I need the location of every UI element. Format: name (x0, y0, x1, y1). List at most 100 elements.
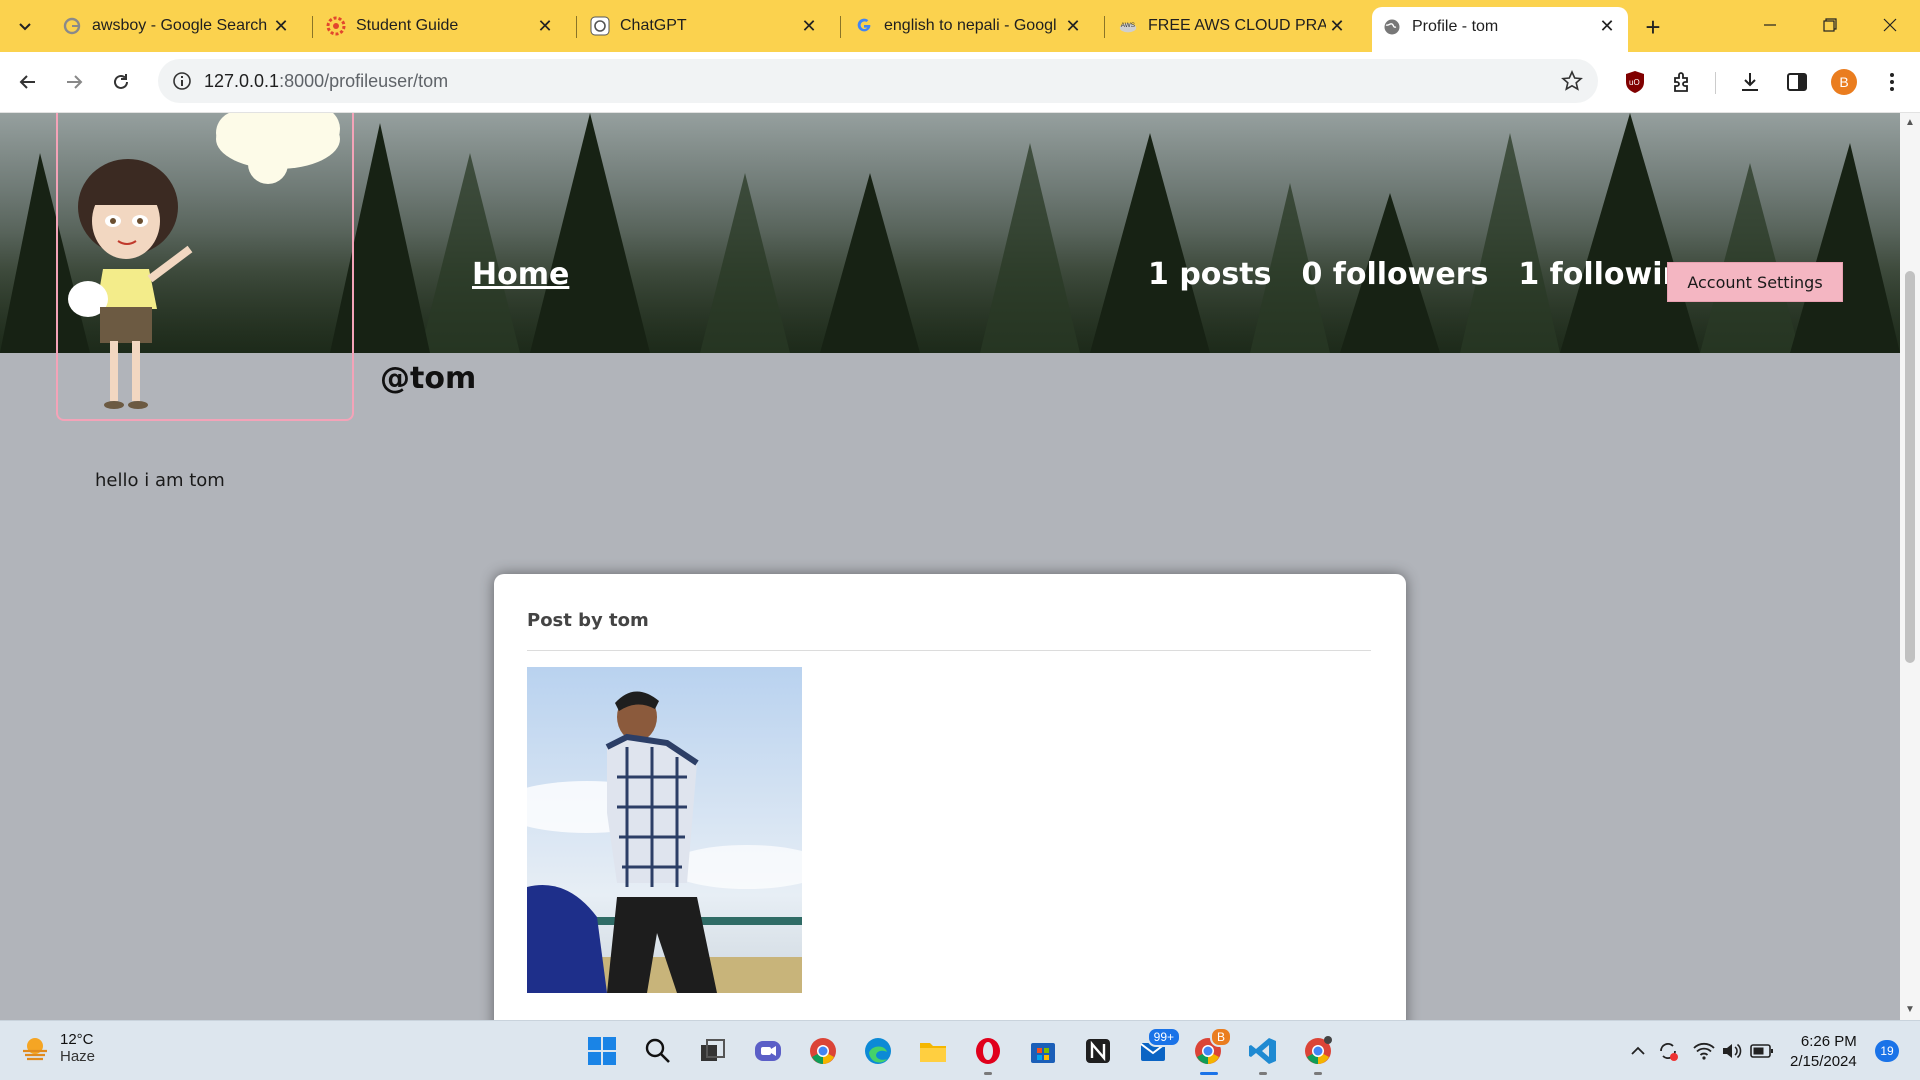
taskbar-search[interactable] (638, 1031, 678, 1071)
man-in-plaid-shirt-photo (527, 667, 802, 993)
chrome-icon (1305, 1036, 1332, 1064)
sync-tray-icon[interactable] (1656, 1039, 1680, 1063)
forward-button[interactable] (58, 66, 90, 98)
chrome-menu-icon[interactable] (1876, 66, 1908, 98)
wifi-tray-icon[interactable] (1692, 1039, 1716, 1063)
url-path: :8000/profileuser/tom (279, 71, 449, 91)
minimize-icon (1764, 24, 1776, 26)
weather-description: Haze (60, 1048, 96, 1065)
battery-tray-icon[interactable] (1750, 1039, 1774, 1063)
chrome-icon (810, 1038, 836, 1064)
aws-icon: AWS (1118, 16, 1138, 36)
extensions-puzzle-icon[interactable] (1666, 66, 1698, 98)
restore-button[interactable] (1808, 10, 1852, 40)
minimize-button[interactable] (1748, 10, 1792, 40)
profile-button[interactable]: B (1828, 66, 1860, 98)
start-button[interactable] (582, 1031, 622, 1071)
svg-text:AWS: AWS (1121, 22, 1135, 29)
username-handle: @tom (380, 361, 477, 396)
account-settings-button[interactable]: Account Settings (1667, 262, 1843, 302)
wifi-icon (1693, 1042, 1715, 1060)
posts-count[interactable]: 1 posts (1148, 257, 1271, 292)
new-tab-button[interactable]: + (1638, 12, 1668, 42)
tab-chatgpt[interactable]: ChatGPT ✕ (580, 9, 830, 43)
tab-title: ChatGPT (620, 17, 687, 34)
url-host: 127.0.0.1 (204, 71, 280, 91)
windows-taskbar: 12°C Haze 99+ B 6:26 PM 2/15/2024 19 (0, 1020, 1920, 1080)
downloads-icon[interactable] (1734, 66, 1766, 98)
taskbar-clock[interactable]: 6:26 PM 2/15/2024 (1790, 1032, 1857, 1072)
close-window-button[interactable] (1868, 10, 1912, 40)
reload-icon (114, 74, 128, 89)
haze-sun-icon (23, 1038, 47, 1061)
url-text[interactable]: 127.0.0.1:8000/profileuser/tom (204, 71, 448, 92)
reload-button[interactable] (105, 66, 137, 98)
chrome-profile-app[interactable]: B (1188, 1027, 1232, 1075)
page-scrollbar[interactable]: ▲ ▼ (1900, 113, 1920, 1020)
edge-app[interactable] (858, 1031, 898, 1071)
folder-icon (920, 1043, 946, 1062)
tab-english-to-nepali[interactable]: english to nepali - Googl ✕ (844, 9, 1094, 43)
notification-count-badge[interactable]: 19 (1875, 1040, 1899, 1062)
running-indicator (1259, 1072, 1267, 1075)
tab-aws-cloud-practitioner[interactable]: AWS FREE AWS CLOUD PRACT ✕ (1108, 9, 1358, 43)
svg-text:uO: uO (1629, 78, 1640, 87)
close-icon[interactable]: ✕ (1326, 15, 1348, 37)
mail-app[interactable]: 99+ (1133, 1027, 1181, 1071)
site-info-icon[interactable] (170, 69, 194, 93)
close-icon[interactable]: ✕ (1062, 15, 1084, 37)
tab-student-guide[interactable]: Student Guide ✕ (316, 9, 566, 43)
vscode-app[interactable] (1243, 1031, 1283, 1075)
profile-picture[interactable] (56, 113, 354, 421)
tab-search-button[interactable] (8, 9, 42, 43)
windows-logo-icon (588, 1037, 616, 1065)
vscode-icon (1249, 1038, 1276, 1064)
profile-stats: 1 posts 0 followers 1 following (1148, 257, 1705, 292)
file-explorer-app[interactable] (913, 1031, 953, 1071)
close-icon[interactable]: ✕ (1596, 16, 1618, 38)
show-hidden-icons[interactable] (1626, 1039, 1650, 1063)
sync-icon (1660, 1043, 1678, 1061)
video-chat-icon (755, 1041, 781, 1061)
task-view-button[interactable] (693, 1031, 733, 1071)
back-button[interactable] (12, 66, 44, 98)
tab-title: FREE AWS CLOUD PRACT (1148, 17, 1326, 34)
restore-icon (1823, 18, 1837, 32)
chrome-app[interactable] (803, 1031, 843, 1071)
close-icon[interactable]: ✕ (534, 15, 556, 37)
scrollbar-thumb[interactable] (1905, 271, 1915, 663)
microsoft-store-app[interactable] (1023, 1031, 1063, 1071)
chevron-up-icon (1631, 1046, 1645, 1055)
followers-count[interactable]: 0 followers (1301, 257, 1488, 292)
close-icon[interactable]: ✕ (798, 15, 820, 37)
weather-temperature: 12°C (60, 1031, 94, 1048)
browser-toolbar: 127.0.0.1:8000/profileuser/tom uO B (0, 52, 1920, 113)
tab-title: english to nepali - Googl (884, 17, 1057, 34)
chrome-app-2[interactable] (1298, 1031, 1338, 1075)
active-indicator (1200, 1072, 1218, 1075)
volume-tray-icon[interactable] (1720, 1039, 1744, 1063)
nav-home-link[interactable]: Home (472, 257, 569, 292)
address-bar[interactable]: 127.0.0.1:8000/profileuser/tom (158, 59, 1598, 103)
battery-icon (1750, 1044, 1773, 1058)
clock-date: 2/15/2024 (1790, 1053, 1857, 1070)
page-viewport: Home 1 posts 0 followers 1 following Acc… (0, 113, 1900, 1020)
profile-bio: hello i am tom (95, 470, 225, 491)
tab-profile-tom[interactable]: Profile - tom ✕ (1372, 7, 1628, 52)
scroll-down-arrow-icon[interactable]: ▼ (1904, 1004, 1916, 1016)
side-panel-icon[interactable] (1781, 66, 1813, 98)
cartoon-girl-avatar (68, 113, 340, 409)
globe-icon (1382, 17, 1402, 37)
ublock-extension-icon[interactable]: uO (1619, 66, 1651, 98)
post-image[interactable] (527, 667, 802, 993)
weather-widget[interactable]: 12°C Haze (20, 1031, 95, 1065)
close-icon[interactable]: ✕ (270, 15, 292, 37)
opera-app[interactable] (968, 1031, 1008, 1075)
notion-app[interactable] (1078, 1031, 1118, 1071)
teams-chat-app[interactable] (748, 1031, 788, 1071)
scroll-up-arrow-icon[interactable]: ▲ (1904, 117, 1916, 129)
notion-icon (1086, 1039, 1110, 1063)
tab-awsboy-search[interactable]: awsboy - Google Search ✕ (52, 9, 302, 43)
bookmark-star-icon[interactable] (1560, 69, 1584, 93)
avatar: B (1831, 69, 1857, 95)
